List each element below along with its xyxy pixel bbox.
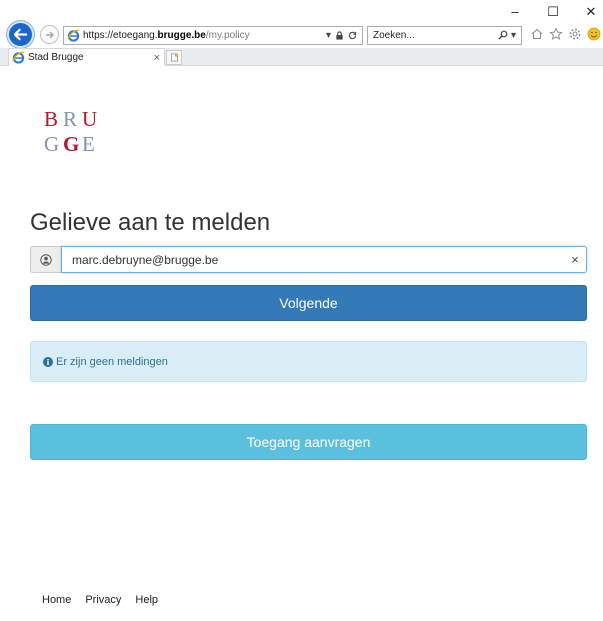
url-path: /my.policy	[205, 30, 250, 41]
url-subdomain: etoegang.	[113, 30, 158, 41]
username-input[interactable]	[72, 252, 564, 267]
new-tab-icon	[170, 53, 178, 62]
page-content: B R U G G E Gelieve aan te melden × Volg…	[8, 67, 596, 617]
star-icon[interactable]	[549, 27, 563, 41]
footer-link-privacy[interactable]: Privacy	[85, 594, 121, 606]
minimize-button[interactable]: –	[507, 5, 523, 18]
back-arrow-icon	[13, 28, 28, 41]
smiley-icon[interactable]	[587, 27, 601, 41]
logo-letter: U	[82, 107, 100, 131]
search-dropdown-icon[interactable]: ▾	[511, 30, 516, 41]
username-field-wrapper: ×	[61, 246, 587, 273]
logo-letter: G	[63, 132, 82, 156]
logo-letter: G	[44, 132, 62, 156]
window-controls: – ☐ ✕	[507, 5, 599, 18]
brugge-logo: B R U G G E	[44, 107, 100, 157]
footer-links: Home Privacy Help	[42, 594, 158, 606]
logo-letter: E	[82, 132, 97, 156]
user-icon	[40, 253, 52, 266]
tab-strip: Stad Brugge ×	[0, 48, 603, 66]
search-icon[interactable]	[498, 30, 508, 40]
request-access-button[interactable]: Toegang aanvragen	[30, 424, 587, 460]
info-icon	[43, 356, 53, 367]
logo-letter: R	[63, 107, 80, 131]
alert-text: Er zijn geen meldingen	[56, 355, 168, 368]
page-title: Gelieve aan te melden	[30, 209, 271, 236]
clear-input-icon[interactable]: ×	[564, 252, 586, 267]
url-host: brugge.be	[157, 30, 206, 41]
next-button[interactable]: Volgende	[30, 285, 587, 321]
user-addon	[30, 246, 61, 273]
search-placeholder: Zoeken...	[373, 30, 415, 41]
url-scheme: https://	[83, 30, 114, 41]
logo-letter: B	[44, 107, 61, 131]
ie-favicon	[67, 29, 80, 42]
address-bar[interactable]: https://etoegang. brugge.be/my.policy ▾	[63, 26, 363, 45]
tab-close-icon[interactable]: ×	[154, 52, 160, 64]
search-box[interactable]: Zoeken... ▾	[367, 26, 522, 45]
address-dropdown-icon[interactable]: ▾	[326, 30, 331, 41]
forward-arrow-icon	[45, 31, 54, 38]
back-button[interactable]	[7, 21, 34, 48]
home-icon[interactable]	[530, 27, 544, 41]
gear-icon[interactable]	[568, 27, 582, 41]
new-tab-button[interactable]	[166, 50, 182, 65]
maximize-button[interactable]: ☐	[545, 5, 561, 18]
footer-link-home[interactable]: Home	[42, 594, 71, 606]
refresh-icon[interactable]	[348, 31, 357, 40]
username-input-group: ×	[30, 246, 587, 273]
forward-button[interactable]	[40, 25, 59, 44]
lock-icon[interactable]	[335, 31, 344, 40]
tab-title: Stad Brugge	[28, 52, 84, 63]
browser-toolbar-icons	[530, 27, 601, 41]
tab-stad-brugge[interactable]: Stad Brugge ×	[8, 48, 165, 66]
browser-nav-bar: https://etoegang. brugge.be/my.policy ▾ Z…	[0, 18, 603, 48]
close-window-button[interactable]: ✕	[583, 5, 599, 18]
footer-link-help[interactable]: Help	[135, 594, 158, 606]
info-alert: Er zijn geen meldingen	[30, 341, 587, 382]
ie-favicon	[12, 51, 25, 64]
